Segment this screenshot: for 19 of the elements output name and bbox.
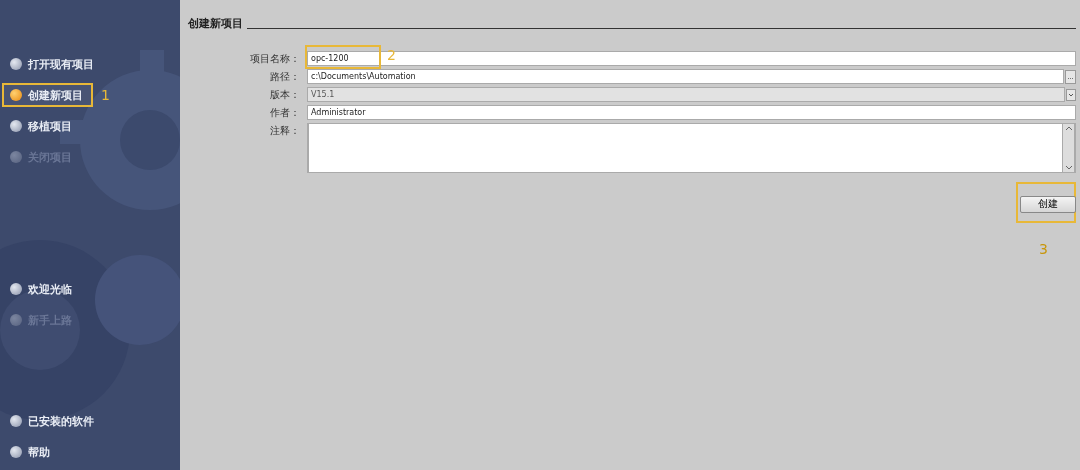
comment-field[interactable] [308,123,1075,173]
sidebar-item[interactable]: 打开现有项目 [2,52,100,76]
field-label: 路径： [269,70,300,84]
field-label: 版本： [269,88,300,102]
input-field[interactable]: Administrator [307,105,1076,120]
sidebar-item[interactable]: 已安装的软件 [2,409,100,433]
sidebar-item[interactable]: 创建新项目 [2,83,93,107]
sidebar-item[interactable]: 帮助 [2,440,56,464]
callout-number: 3 [1039,240,1048,257]
sidebar-item[interactable]: 移植项目 [2,114,78,138]
callout-number: 1 [101,87,110,103]
dropdown-icon[interactable] [1066,88,1076,101]
input-field[interactable]: c:\Documents\Automation [307,69,1064,84]
section-title: 创建新项目 [188,16,243,31]
field-label: 注释： [269,124,300,138]
sidebar-item[interactable]: 欢迎光临 [2,277,78,301]
field-label: 作者： [269,106,300,120]
create-button[interactable]: 创建 [1020,195,1076,213]
field-label: 项目名称： [249,52,300,66]
